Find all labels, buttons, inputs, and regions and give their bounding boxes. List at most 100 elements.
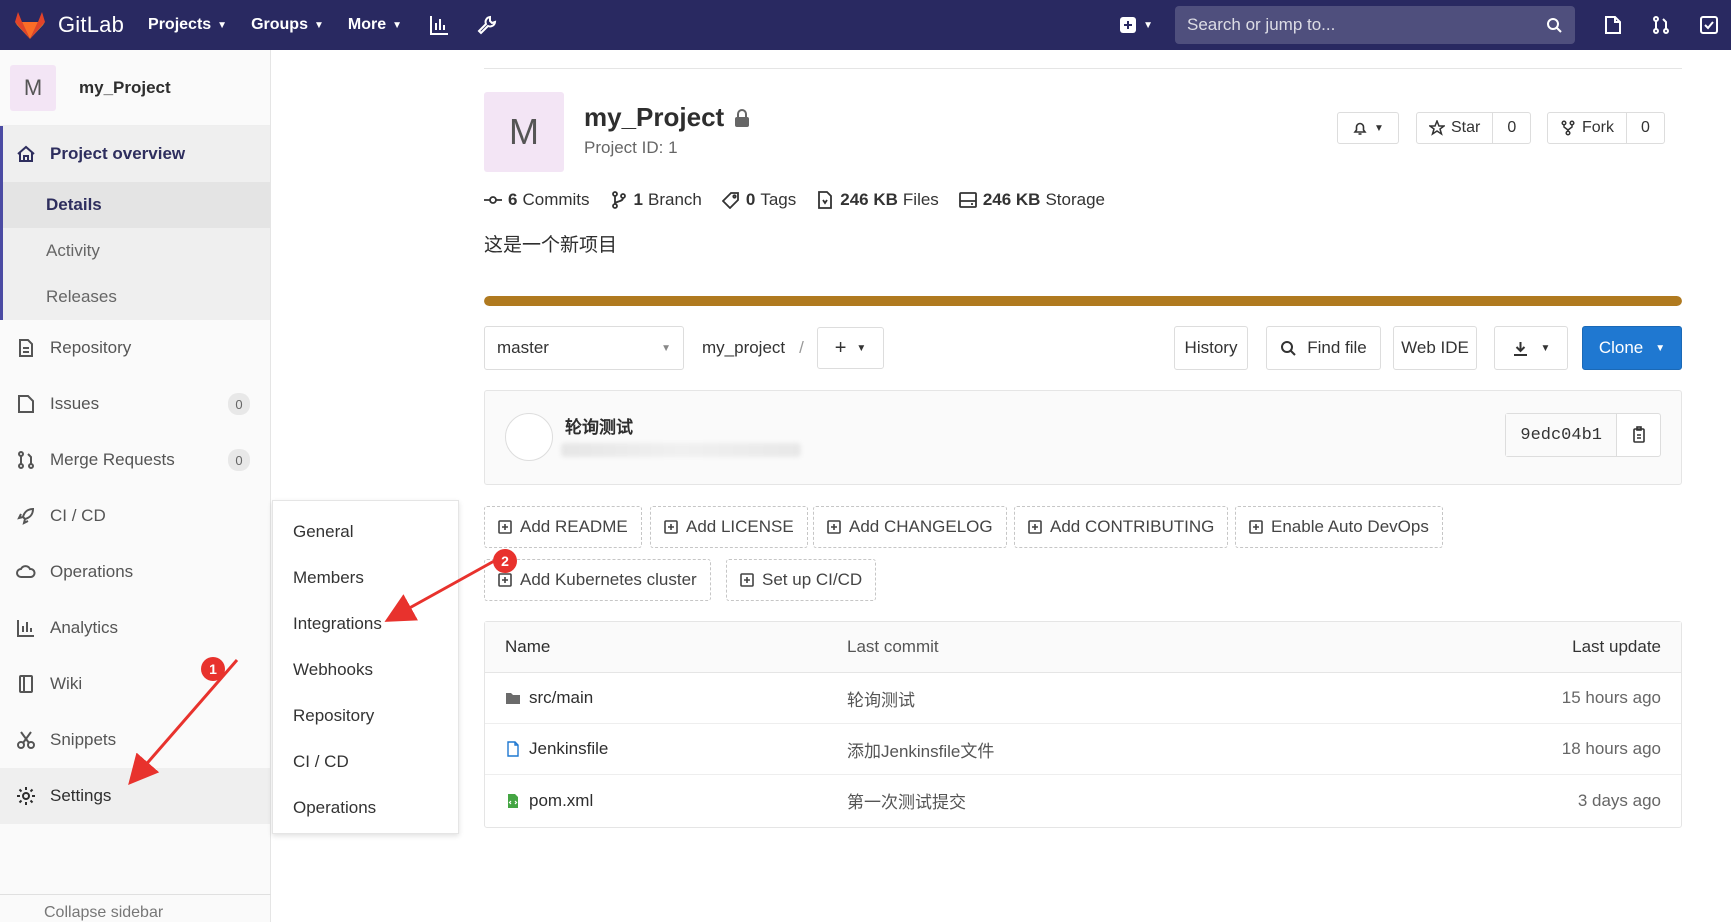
add-readme-button[interactable]: Add README [484, 506, 642, 548]
document-icon [19, 339, 33, 357]
history-button[interactable]: History [1174, 326, 1248, 370]
collapse-sidebar-button[interactable]: Collapse sidebar [0, 894, 271, 922]
search-box[interactable] [1175, 6, 1575, 44]
bell-icon [1353, 122, 1367, 135]
copy-sha-button[interactable] [1616, 414, 1660, 456]
table-row[interactable]: pom.xml 第一次测试提交 3 days ago [485, 775, 1681, 826]
file-commit-link[interactable]: 轮询测试 [847, 686, 915, 711]
tags-stat[interactable]: 0 Tags [721, 190, 796, 210]
project-id: Project ID: 1 [584, 138, 678, 157]
commit-sha[interactable]: 9edc04b1 [1506, 414, 1616, 456]
sidebar-item-cicd[interactable]: CI / CD [0, 488, 270, 544]
merge-requests-nav-icon[interactable] [1651, 15, 1671, 35]
chevron-down-icon: ▼ [1143, 19, 1153, 31]
star-icon [1429, 120, 1445, 136]
fork-button[interactable]: Fork [1548, 113, 1626, 143]
sidebar-subitem-details[interactable]: Details [3, 182, 270, 228]
find-file-button[interactable]: Find file [1266, 326, 1381, 370]
file-commit-link[interactable]: 添加Jenkinsfile文件 [847, 737, 994, 762]
notification-dropdown[interactable]: ▼ [1337, 112, 1399, 144]
nav-more[interactable]: More ▼ [348, 16, 402, 34]
flyout-item-operations[interactable]: Operations [273, 785, 458, 831]
todos-nav-icon[interactable] [1699, 15, 1719, 35]
enable-auto-devops-button[interactable]: Enable Auto DevOps [1235, 506, 1443, 548]
flyout-item-integrations[interactable]: Integrations [273, 601, 458, 647]
flyout-item-members[interactable]: Members [273, 555, 458, 601]
gitlab-logo-icon [15, 12, 45, 39]
commit-icon [484, 196, 502, 204]
tree-controls: master ▼ my_project / + ▼ History Find fi… [484, 326, 1682, 370]
file-name-link[interactable]: src/main [529, 688, 593, 708]
chart-icon [17, 620, 34, 637]
commit-author-avatar[interactable] [505, 413, 553, 461]
file-name-link[interactable]: pom.xml [529, 791, 593, 811]
breadcrumb-project-link[interactable]: my_project [702, 338, 785, 358]
flyout-item-general[interactable]: General [273, 509, 458, 555]
plus-square-icon [740, 573, 754, 587]
add-license-button[interactable]: Add LICENSE [650, 506, 808, 548]
flyout-item-cicd[interactable]: CI / CD [273, 739, 458, 785]
flyout-item-webhooks[interactable]: Webhooks [273, 647, 458, 693]
issues-nav-icon[interactable] [1603, 15, 1623, 35]
scissors-icon [17, 731, 35, 749]
sidebar-item-repository[interactable]: Repository [0, 320, 270, 376]
branch-select[interactable]: master ▼ [484, 326, 684, 370]
rocket-icon [17, 507, 35, 525]
new-item-menu[interactable]: ▼ [1119, 16, 1153, 34]
sidebar-item-operations[interactable]: Operations [0, 544, 270, 600]
commit-title[interactable]: 轮询测试 [565, 413, 633, 438]
storage-stat[interactable]: 246 KB Storage [958, 190, 1105, 210]
table-row[interactable]: src/main 轮询测试 15 hours ago [485, 673, 1681, 724]
table-row[interactable]: Jenkinsfile 添加Jenkinsfile文件 18 hours ago [485, 724, 1681, 775]
sidebar-item-snippets[interactable]: Snippets [0, 712, 270, 768]
merge-request-icon [18, 451, 34, 469]
header-last-update: Last update [1572, 637, 1661, 656]
last-commit-box: 轮询测试 9edc04b1 [484, 390, 1682, 485]
tag-icon [721, 192, 739, 209]
star-button-group[interactable]: Star 0 [1416, 112, 1532, 144]
download-icon [1513, 341, 1527, 356]
annotation-marker-1: 1 [201, 657, 225, 681]
sidebar-item-project-overview[interactable]: Project overview [3, 126, 270, 182]
table-header: Name Last commit Last update [485, 622, 1681, 673]
sidebar-item-issues[interactable]: Issues 0 [0, 376, 270, 432]
branch-stat[interactable]: 1 Branch [610, 190, 702, 210]
flyout-item-repository[interactable]: Repository [273, 693, 458, 739]
sidebar-subitem-releases[interactable]: Releases [3, 274, 270, 320]
search-input[interactable] [1187, 15, 1507, 35]
sidebar-item-analytics[interactable]: Analytics [0, 600, 270, 656]
star-count[interactable]: 0 [1492, 113, 1530, 143]
clone-button[interactable]: Clone ▼ [1582, 326, 1682, 370]
sidebar-project-header[interactable]: M my_Project [0, 50, 270, 126]
activity-chart-icon[interactable] [428, 14, 450, 36]
search-icon [1547, 17, 1562, 33]
sidebar-item-merge-requests[interactable]: Merge Requests 0 [0, 432, 270, 488]
sidebar-item-settings[interactable]: Settings [0, 768, 270, 824]
download-button[interactable]: ▼ [1494, 326, 1568, 370]
file-name-link[interactable]: Jenkinsfile [529, 739, 608, 759]
sidebar-item-wiki[interactable]: Wiki [0, 656, 270, 712]
commits-stat[interactable]: 6 Commits [484, 190, 590, 210]
add-contributing-button[interactable]: Add CONTRIBUTING [1014, 506, 1229, 548]
sidebar-subitem-activity[interactable]: Activity [3, 228, 270, 274]
add-kubernetes-cluster-button[interactable]: Add Kubernetes cluster [484, 559, 711, 601]
repository-language-bar[interactable] [484, 296, 1682, 306]
fork-button-group[interactable]: Fork 0 [1547, 112, 1665, 144]
star-button[interactable]: Star [1417, 113, 1492, 143]
mr-count-badge: 0 [228, 449, 250, 471]
add-changelog-button[interactable]: Add CHANGELOG [813, 506, 1007, 548]
setup-cicd-button[interactable]: Set up CI/CD [726, 559, 877, 601]
fork-count[interactable]: 0 [1626, 113, 1664, 143]
breadcrumb-separator: / [799, 338, 804, 357]
admin-wrench-icon[interactable] [476, 14, 498, 36]
nav-projects[interactable]: Projects ▼ [148, 16, 227, 34]
nav-groups[interactable]: Groups ▼ [251, 16, 324, 34]
add-to-tree-button[interactable]: + ▼ [817, 327, 884, 369]
gitlab-brand[interactable]: GitLab [14, 10, 124, 40]
file-commit-link[interactable]: 第一次测试提交 [847, 788, 966, 813]
chevron-down-icon: ▼ [217, 19, 228, 31]
storage-icon [958, 192, 977, 208]
web-ide-button[interactable]: Web IDE [1393, 326, 1477, 370]
plus-square-icon [1249, 520, 1263, 534]
files-stat[interactable]: 246 KB Files [816, 190, 939, 210]
